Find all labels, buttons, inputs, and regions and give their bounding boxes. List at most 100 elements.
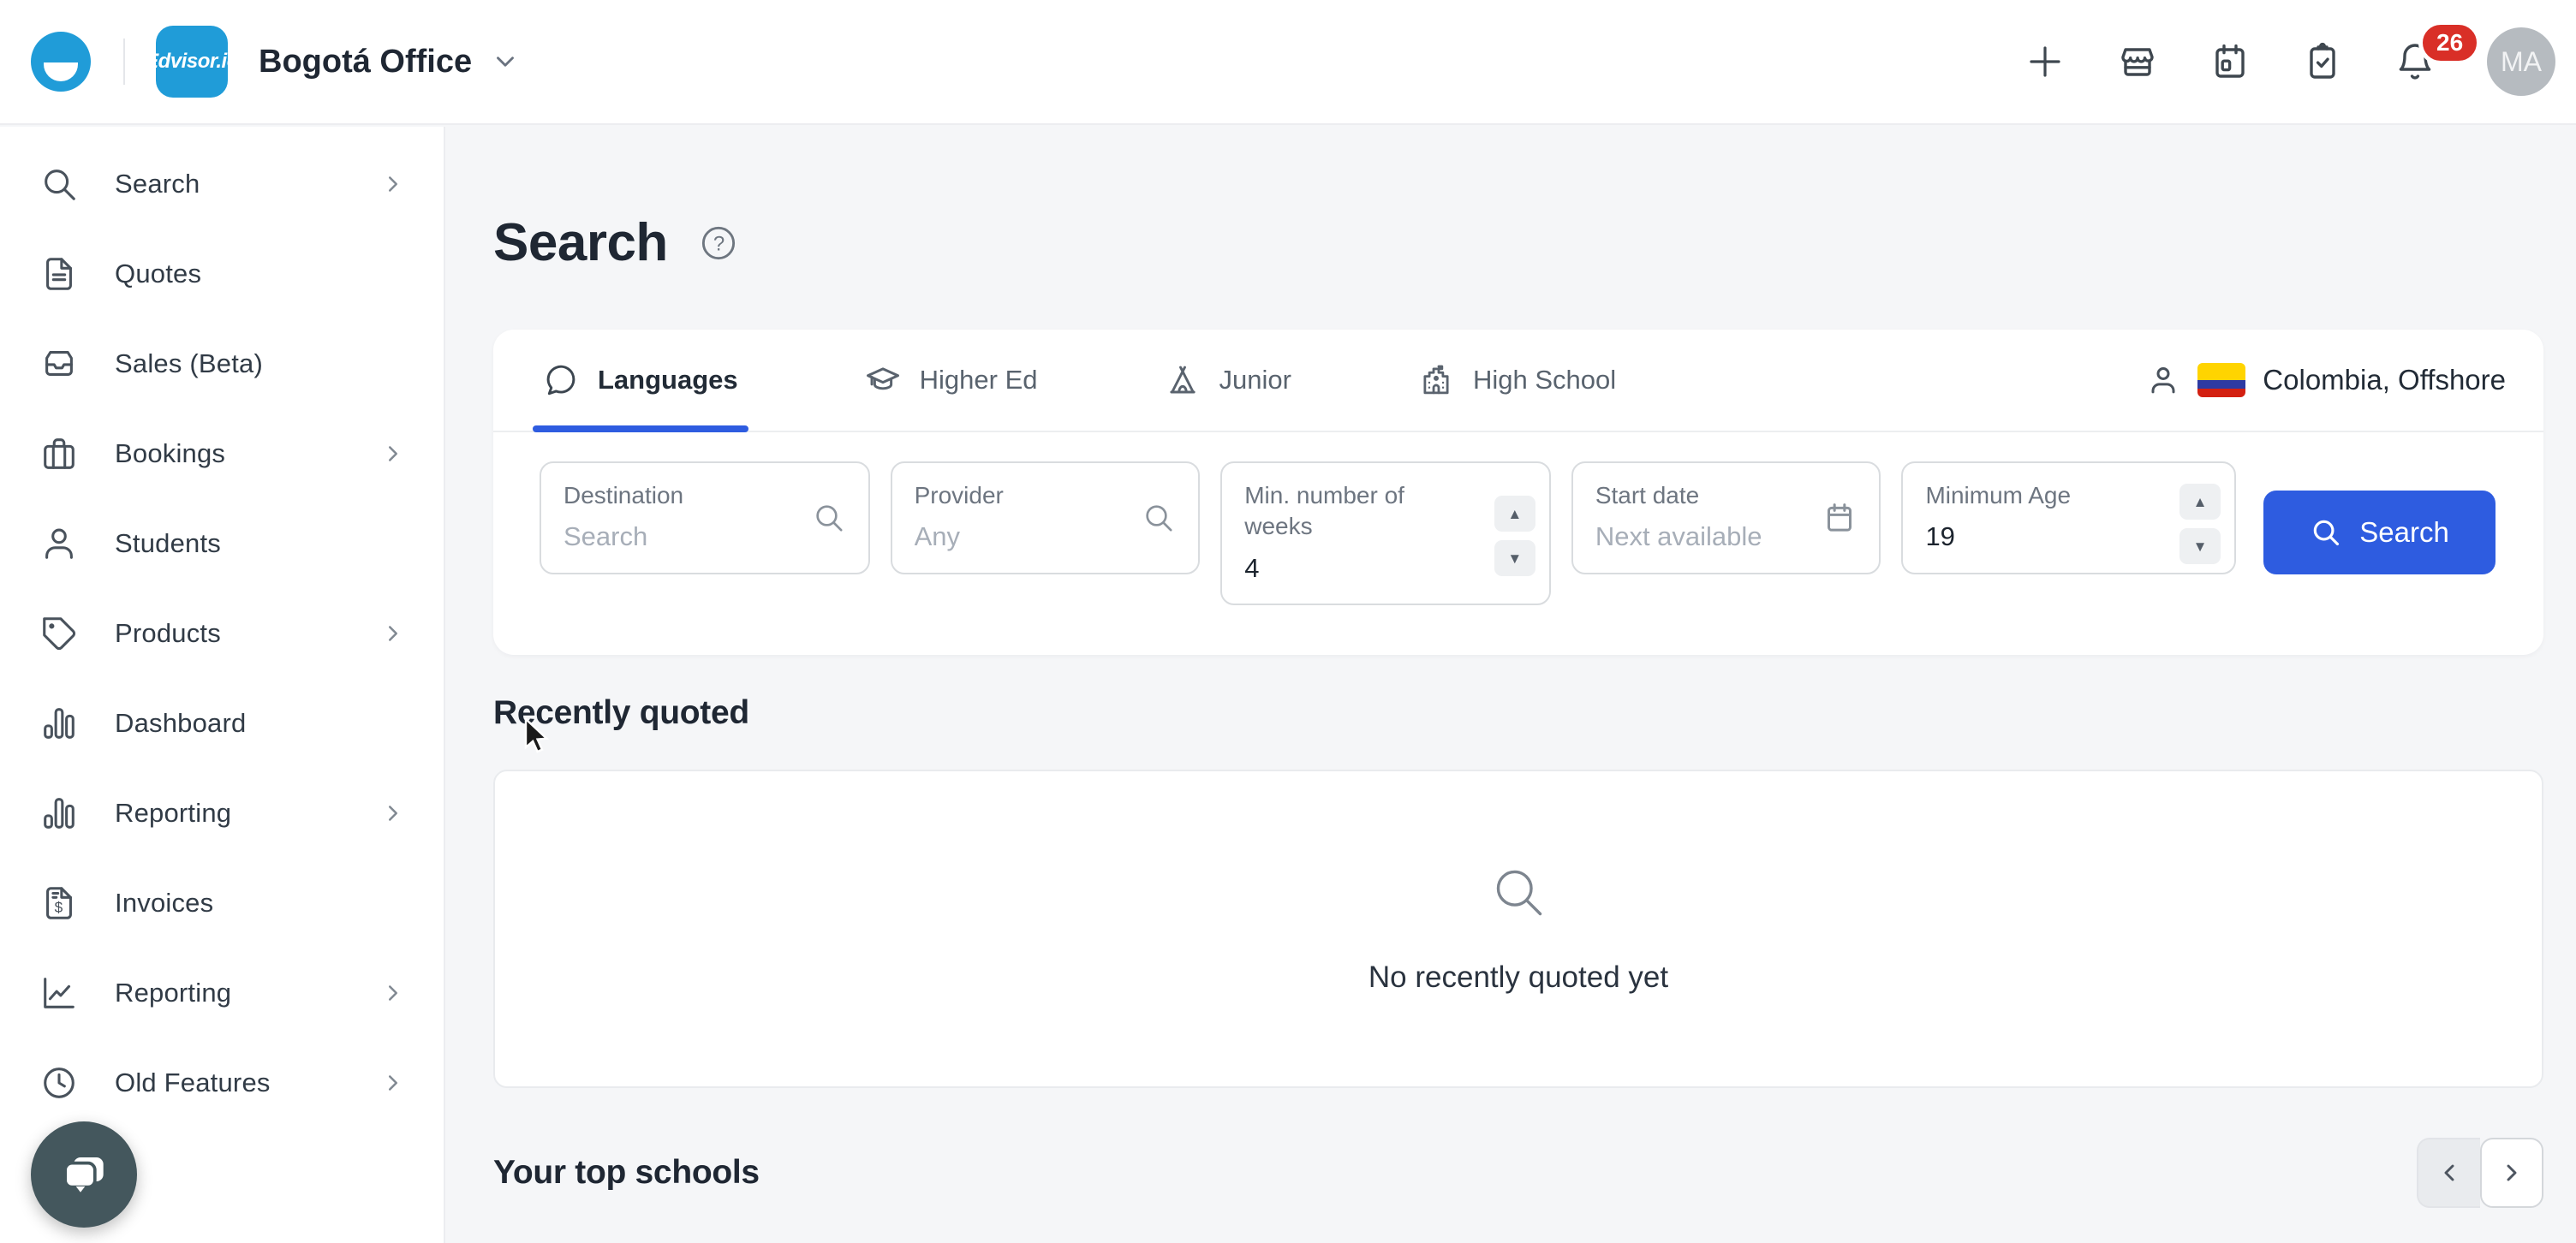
svg-text:$: $ bbox=[55, 899, 63, 916]
sidebar-item-products[interactable]: Products bbox=[0, 588, 444, 678]
stepper-up-button[interactable]: ▲ bbox=[2179, 484, 2221, 520]
tag-icon bbox=[39, 614, 80, 653]
top-schools-title: Your top schools bbox=[493, 1154, 760, 1192]
chevron-right-icon bbox=[380, 800, 406, 826]
header-divider bbox=[123, 39, 125, 85]
tab-label: Junior bbox=[1219, 365, 1291, 396]
sidebar-item-search[interactable]: Search bbox=[0, 139, 444, 229]
stepper-down-button[interactable]: ▼ bbox=[1494, 540, 1535, 576]
notifications-bell-icon[interactable]: 26 bbox=[2394, 41, 2436, 82]
search-button[interactable]: Search bbox=[2263, 491, 2496, 574]
min-age-input[interactable] bbox=[1925, 521, 2126, 552]
sidebar-item-reporting-2[interactable]: Reporting bbox=[0, 948, 444, 1038]
start-date-input[interactable] bbox=[1595, 521, 1779, 552]
sidebar-item-bookings[interactable]: Bookings bbox=[0, 408, 444, 498]
calendar-icon bbox=[1822, 501, 1857, 535]
destination-filter[interactable]: Destination bbox=[540, 461, 870, 574]
start-date-label: Start date bbox=[1595, 480, 1857, 511]
chevron-right-icon bbox=[380, 441, 406, 467]
search-icon bbox=[1142, 501, 1176, 535]
person-icon bbox=[2146, 363, 2180, 397]
sidebar-item-old-features[interactable]: Old Features bbox=[0, 1038, 444, 1127]
avatar-initials: MA bbox=[2501, 46, 2542, 78]
help-icon[interactable]: ? bbox=[699, 223, 738, 263]
sidebar-item-reporting[interactable]: Reporting bbox=[0, 768, 444, 858]
tab-junior[interactable]: Junior bbox=[1165, 330, 1291, 431]
empty-state-text: No recently quoted yet bbox=[1368, 960, 1668, 995]
provider-input[interactable] bbox=[915, 521, 1098, 552]
pager-prev-button[interactable] bbox=[2417, 1138, 2480, 1208]
tab-languages[interactable]: Languages bbox=[543, 330, 738, 431]
sidebar-item-label: Sales (Beta) bbox=[115, 348, 263, 379]
tab-label: Languages bbox=[598, 365, 738, 396]
chevron-right-icon bbox=[380, 171, 406, 197]
min-age-filter[interactable]: Minimum Age ▲ ▼ bbox=[1901, 461, 2236, 574]
sidebar-item-label: Search bbox=[115, 169, 200, 199]
locale-selector[interactable]: Colombia, Offshore bbox=[2146, 363, 2506, 397]
tent-icon bbox=[1165, 362, 1201, 398]
sidebar-item-quotes[interactable]: Quotes bbox=[0, 229, 444, 318]
chat-launcher-button[interactable] bbox=[31, 1121, 137, 1228]
chevron-right-icon bbox=[380, 621, 406, 646]
tasks-clipboard-icon[interactable] bbox=[2302, 41, 2343, 82]
page-title: Search bbox=[493, 212, 668, 273]
invoice-icon: $ bbox=[39, 883, 80, 923]
bar-chart-icon bbox=[39, 704, 80, 743]
sidebar-item-invoices[interactable]: $ Invoices bbox=[0, 858, 444, 948]
document-icon bbox=[39, 254, 80, 294]
min-weeks-input[interactable] bbox=[1244, 553, 1442, 584]
locale-label: Colombia, Offshore bbox=[2263, 364, 2506, 396]
pager-next-button[interactable] bbox=[2480, 1138, 2543, 1208]
marketplace-icon[interactable] bbox=[2117, 41, 2158, 82]
briefcase-icon bbox=[39, 434, 80, 473]
notification-badge: 26 bbox=[2418, 21, 2481, 65]
sidebar-item-students[interactable]: Students bbox=[0, 498, 444, 588]
sidebar-item-label: Invoices bbox=[115, 888, 213, 919]
top-header: Edvisor.io Bogotá Office bbox=[0, 0, 2576, 125]
clock-icon bbox=[39, 1063, 80, 1103]
filters-row: Destination Provider Min. number of week… bbox=[493, 432, 2543, 655]
min-weeks-filter[interactable]: Min. number of weeks ▲ ▼ bbox=[1220, 461, 1551, 605]
tab-higher-ed[interactable]: Higher Ed bbox=[865, 330, 1038, 431]
sidebar-item-label: Quotes bbox=[115, 259, 201, 289]
calendar-icon[interactable] bbox=[2209, 41, 2251, 82]
stepper-down-button[interactable]: ▼ bbox=[2179, 528, 2221, 564]
create-new-button[interactable] bbox=[2024, 41, 2066, 82]
tab-high-school[interactable]: High School bbox=[1418, 330, 1616, 431]
search-icon bbox=[2310, 516, 2342, 549]
chevron-right-icon bbox=[380, 980, 406, 1006]
line-chart-icon bbox=[39, 973, 80, 1013]
provider-filter[interactable]: Provider bbox=[891, 461, 1201, 574]
sidebar-item-label: Reporting bbox=[115, 798, 231, 829]
start-date-filter[interactable]: Start date bbox=[1571, 461, 1881, 574]
inbox-icon bbox=[39, 344, 80, 384]
main-content: Search ? Languages Higher Ed bbox=[445, 125, 2576, 1243]
min-age-label: Minimum Age bbox=[1925, 480, 2212, 511]
person-icon bbox=[39, 524, 80, 563]
stepper-up-button[interactable]: ▲ bbox=[1494, 496, 1535, 532]
search-icon bbox=[1489, 863, 1547, 921]
search-button-label: Search bbox=[2359, 516, 2449, 549]
colombia-flag-icon bbox=[2197, 363, 2245, 397]
sidebar-item-dashboard[interactable]: Dashboard bbox=[0, 678, 444, 768]
office-switcher[interactable]: Bogotá Office bbox=[259, 44, 520, 80]
sidebar-item-sales[interactable]: Sales (Beta) bbox=[0, 318, 444, 408]
chat-bubbles-icon bbox=[57, 1147, 111, 1202]
sidebar-nav: Search Quotes Sales (Beta) Bookings Stud… bbox=[0, 127, 445, 1243]
chevron-down-icon bbox=[491, 47, 520, 76]
speech-bubble-icon bbox=[543, 362, 579, 398]
sidebar-item-label: Reporting bbox=[115, 978, 231, 1008]
search-icon bbox=[812, 501, 846, 535]
sidebar-item-label: Products bbox=[115, 618, 221, 649]
sidebar-item-label: Dashboard bbox=[115, 708, 246, 739]
min-weeks-label: Min. number of weeks bbox=[1244, 480, 1433, 543]
destination-input[interactable] bbox=[564, 521, 761, 552]
edvisor-logo[interactable]: Edvisor.io bbox=[156, 26, 228, 98]
workspace-logo[interactable] bbox=[31, 32, 91, 92]
sidebar-item-label: Students bbox=[115, 528, 221, 559]
tab-label: High School bbox=[1473, 365, 1616, 396]
search-panel: Languages Higher Ed Junior High School bbox=[493, 330, 2543, 655]
top-schools-pager bbox=[2417, 1138, 2543, 1208]
avatar[interactable]: MA bbox=[2487, 27, 2555, 96]
sidebar-item-label: Old Features bbox=[115, 1068, 271, 1098]
